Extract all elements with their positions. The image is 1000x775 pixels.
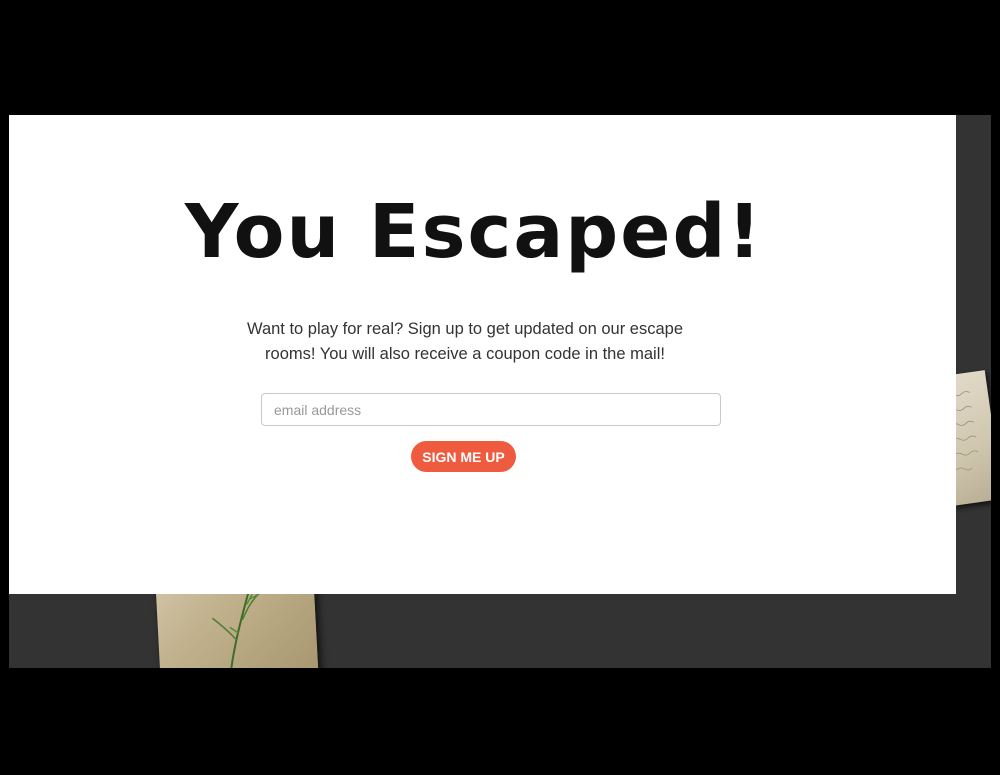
modal-headline: You Escaped!	[184, 189, 764, 275]
modal-message: Want to play for real? Sign up to get up…	[246, 320, 683, 363]
sign-me-up-button[interactable]: SIGN ME UP	[411, 441, 516, 472]
escape-success-modal: You Escaped! Want to play for real? Sign…	[9, 115, 956, 594]
email-input[interactable]	[261, 393, 721, 426]
